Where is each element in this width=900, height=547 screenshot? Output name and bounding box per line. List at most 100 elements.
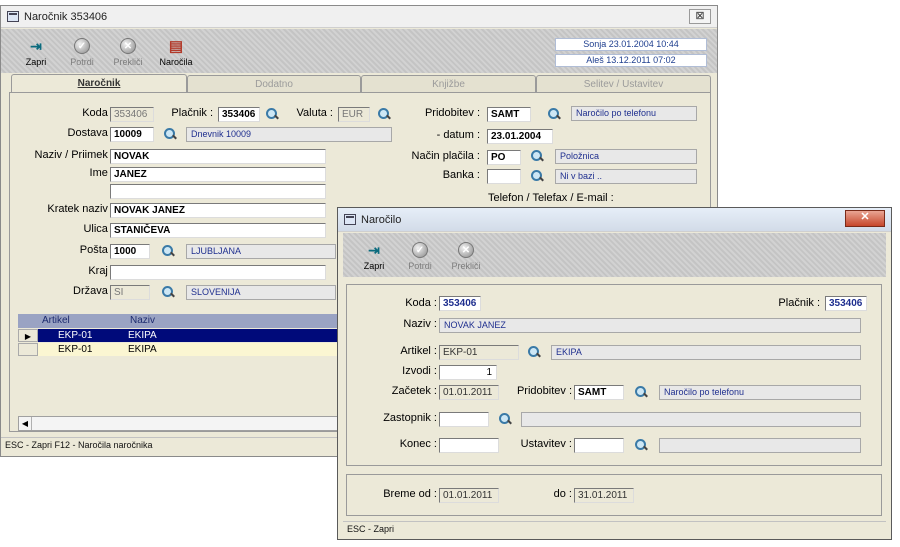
d-zastopnik-field[interactable] [439, 412, 489, 427]
d-placnik-label: Plačnik : [778, 297, 820, 309]
table-row[interactable]: EKP-01 EKIPA [18, 343, 338, 356]
datum-label: - datum : [436, 129, 480, 141]
main-close-button[interactable]: ⊠ [689, 9, 711, 24]
row-naziv: EKIPA [128, 330, 157, 341]
grid-horizontal-scrollbar[interactable]: ◀ [18, 416, 338, 431]
d-breme-od-field[interactable]: 01.01.2011 [439, 488, 499, 503]
d-konec-field[interactable] [439, 438, 499, 453]
banka-search-icon[interactable] [530, 169, 544, 183]
d-pridobitev-info: Naročilo po telefonu [659, 385, 861, 400]
datum-field[interactable]: 23.01.2004 [487, 129, 553, 144]
table-row[interactable]: ▶ EKP-01 EKIPA [18, 329, 338, 342]
dialog-preklici-button[interactable]: ✕ Prekliči [443, 240, 489, 271]
dialog-potrdi-label: Potrdi [408, 261, 432, 271]
d-do-field[interactable]: 31.01.2011 [574, 488, 634, 503]
main-window-title: Naročnik 353406 [24, 10, 108, 23]
valuta-search-icon[interactable] [377, 107, 391, 121]
dialog-potrdi-button[interactable]: ✓ Potrdi [397, 240, 443, 271]
kratek-field[interactable]: NOVAK JANEZ [110, 203, 326, 218]
dostava-info: Dnevnik 10009 [186, 127, 392, 142]
tab-narocnik[interactable]: Naročnik [11, 74, 187, 93]
d-izvodi-field[interactable]: 1 [439, 365, 497, 380]
placnik-label: Plačnik : [171, 107, 213, 119]
row-naziv: EKIPA [128, 344, 157, 355]
d-artikel-info: EKIPA [551, 345, 861, 360]
posta-label: Pošta : [79, 244, 114, 256]
valuta-field[interactable]: EUR [338, 107, 370, 122]
dialog-main-panel: Koda : 353406 Plačnik : 353406 Naziv : N… [346, 284, 882, 466]
tab-knjizbe[interactable]: Knjižbe [361, 75, 536, 93]
kratek-label: Kratek naziv : [47, 203, 114, 215]
kraj-field[interactable] [110, 265, 326, 280]
row-artikel: EKP-01 [58, 330, 93, 341]
banka-field[interactable] [487, 169, 521, 184]
dialog-preklici-label: Prekliči [451, 261, 481, 271]
posta-field[interactable]: 1000 [110, 244, 150, 259]
d-zacetek-field[interactable]: 01.01.2011 [439, 385, 499, 400]
placnik-search-icon[interactable] [265, 107, 279, 121]
cancel-icon: ✕ [455, 240, 477, 260]
orders-icon: ▤ [168, 38, 184, 55]
col-artikel-header[interactable]: Artikel [38, 314, 126, 328]
dialog-zapri-button[interactable]: ⇥ Zapri [351, 240, 397, 272]
tab-selitev[interactable]: Selitev / Ustavitev [536, 75, 711, 93]
nacin-field[interactable]: PO [487, 150, 521, 165]
dostava-label: Dostava : [67, 127, 114, 139]
zapri-button[interactable]: ⇥ Zapri [13, 36, 59, 68]
col-naziv-header[interactable]: Naziv [126, 314, 338, 328]
d-zastopnik-label: Zastopnik : [383, 412, 437, 424]
row-selector [18, 343, 38, 356]
d-zastopnik-search-icon[interactable] [498, 412, 512, 426]
drzava-search-icon[interactable] [161, 285, 175, 299]
placnik-field[interactable]: 353406 [218, 107, 260, 122]
pridobitev-search-icon[interactable] [547, 107, 561, 121]
nacin-label: Način plačila : [411, 150, 480, 162]
d-artikel-search-icon[interactable] [527, 345, 541, 359]
ime-field[interactable]: JANEZ [110, 167, 326, 182]
potrdi-button[interactable]: ✓ Potrdi [59, 36, 105, 67]
naziv-label: Naziv / Priimek : [34, 149, 114, 161]
drzava-field[interactable]: SI [110, 285, 150, 300]
d-pridobitev-search-icon[interactable] [634, 385, 648, 399]
modified-stamp: Aleš 13.12.2011 07:02 [555, 54, 707, 67]
d-placnik-field[interactable]: 353406 [825, 296, 867, 311]
ime2-field[interactable] [110, 184, 326, 199]
dialog-titlebar: Naročilo ✕ [338, 208, 891, 232]
pridobitev-field[interactable]: SAMT [487, 107, 531, 122]
row-artikel: EKP-01 [58, 344, 93, 355]
d-pridobitev-field[interactable]: SAMT [574, 385, 624, 400]
preklici-button[interactable]: ✕ Prekliči [105, 36, 151, 67]
drzava-info: SLOVENIJA [186, 285, 336, 300]
d-naziv-info: NOVAK JANEZ [439, 318, 861, 333]
check-icon: ✓ [71, 36, 93, 56]
dialog-toolbar: ⇥ Zapri ✓ Potrdi ✕ Prekliči [343, 233, 886, 277]
nacin-info: Položnica [555, 149, 697, 164]
d-zastopnik-info [521, 412, 861, 427]
d-artikel-field[interactable]: EKP-01 [439, 345, 519, 360]
cancel-icon: ✕ [117, 36, 139, 56]
dialog-statusbar: ESC - Zapri [343, 521, 886, 536]
dostava-field[interactable]: 10009 [110, 127, 154, 142]
exit-icon: ⇥ [368, 241, 380, 258]
d-ustavitev-info [659, 438, 861, 453]
d-ustavitev-field[interactable] [574, 438, 624, 453]
potrdi-label: Potrdi [70, 57, 94, 67]
dialog-title: Naročilo [361, 213, 402, 226]
ulica-field[interactable]: STANIČEVA [110, 223, 326, 238]
order-dialog: Naročilo ✕ ⇥ Zapri ✓ Potrdi ✕ Prekliči K… [337, 207, 892, 540]
posta-search-icon[interactable] [161, 244, 175, 258]
naziv-field[interactable]: NOVAK [110, 149, 326, 164]
tab-dodatno[interactable]: Dodatno [187, 75, 361, 93]
d-koda-label: Koda : [405, 297, 437, 309]
valuta-label: Valuta : [296, 107, 334, 119]
nacin-search-icon[interactable] [530, 149, 544, 163]
koda-field[interactable]: 353406 [110, 107, 154, 122]
d-koda-field[interactable]: 353406 [439, 296, 481, 311]
pridobitev-info: Naročilo po telefonu [571, 106, 697, 121]
dialog-window-icon [344, 214, 356, 225]
dialog-close-button[interactable]: ✕ [845, 210, 885, 227]
narocila-button[interactable]: ▤ Naročila [153, 36, 199, 67]
dostava-search-icon[interactable] [163, 127, 177, 141]
d-ustavitev-search-icon[interactable] [634, 438, 648, 452]
scroll-left-icon[interactable]: ◀ [19, 417, 32, 430]
